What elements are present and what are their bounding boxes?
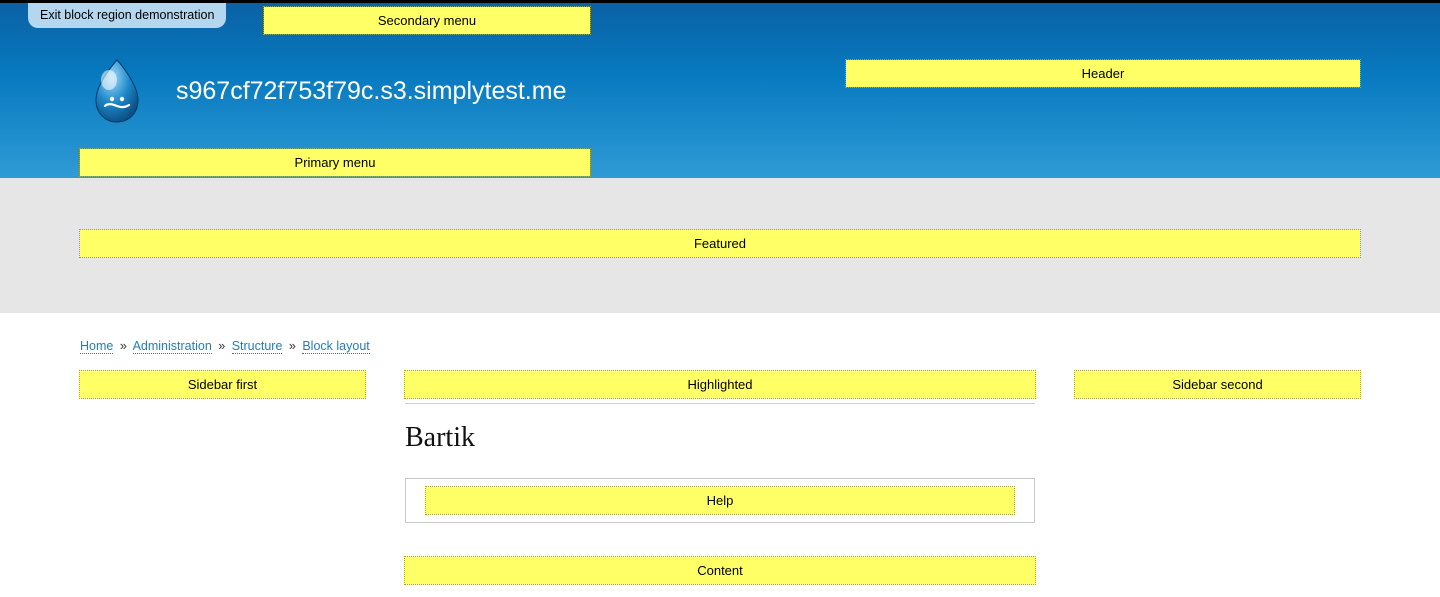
drupal-logo-icon[interactable] bbox=[88, 58, 146, 124]
content-area: Home » Administration » Structure » Bloc… bbox=[0, 313, 1440, 584]
featured-band: Featured bbox=[0, 178, 1440, 313]
region-secondary-menu[interactable]: Secondary menu bbox=[264, 7, 590, 34]
breadcrumb-home[interactable]: Home bbox=[80, 339, 113, 354]
site-name-link[interactable]: s967cf72f753f79c.s3.simplytest.me bbox=[176, 77, 566, 106]
region-highlighted[interactable]: Highlighted bbox=[405, 371, 1035, 398]
region-featured[interactable]: Featured bbox=[80, 230, 1360, 257]
region-sidebar-first[interactable]: Sidebar first bbox=[80, 371, 365, 398]
site-branding: s967cf72f753f79c.s3.simplytest.me bbox=[88, 58, 566, 124]
breadcrumb-sep: » bbox=[120, 339, 127, 353]
region-content[interactable]: Content bbox=[405, 557, 1035, 584]
breadcrumb-sep: » bbox=[218, 339, 225, 353]
column-right: Sidebar second bbox=[1075, 371, 1360, 398]
breadcrumb-structure[interactable]: Structure bbox=[232, 339, 283, 354]
region-header[interactable]: Header bbox=[846, 60, 1360, 87]
column-left: Sidebar first bbox=[80, 371, 365, 398]
page-title: Bartik bbox=[405, 422, 1035, 454]
region-help[interactable]: Help bbox=[426, 487, 1014, 514]
region-sidebar-second[interactable]: Sidebar second bbox=[1075, 371, 1360, 398]
breadcrumb-admin[interactable]: Administration bbox=[133, 339, 212, 354]
help-wrapper: Help bbox=[405, 478, 1035, 523]
breadcrumb-sep: » bbox=[289, 339, 296, 353]
region-primary-menu[interactable]: Primary menu bbox=[80, 149, 590, 176]
header-band: Exit block region demonstration Secondar… bbox=[0, 3, 1440, 178]
breadcrumb: Home » Administration » Structure » Bloc… bbox=[80, 339, 1360, 353]
column-center: Highlighted Bartik Help Content bbox=[405, 371, 1035, 584]
content-wrapper: Content bbox=[405, 557, 1035, 584]
exit-demo-button[interactable]: Exit block region demonstration bbox=[28, 3, 226, 28]
breadcrumb-block-layout[interactable]: Block layout bbox=[302, 339, 369, 354]
layout-columns: Sidebar first Highlighted Bartik Help Co… bbox=[80, 371, 1360, 584]
highlighted-wrapper: Highlighted bbox=[405, 371, 1035, 404]
